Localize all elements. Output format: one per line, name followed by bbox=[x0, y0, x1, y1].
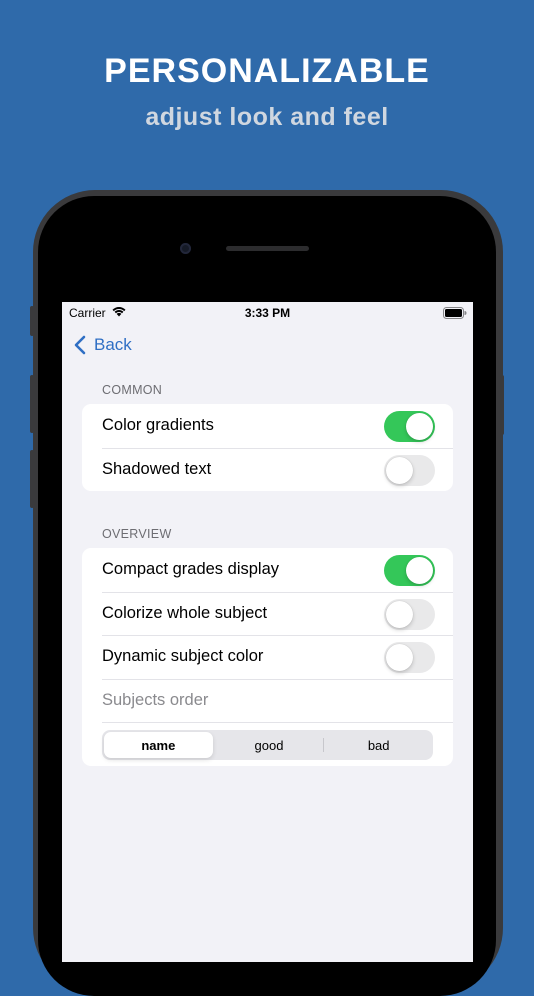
front-camera bbox=[180, 243, 191, 254]
toggle-knob bbox=[406, 413, 433, 440]
setting-label: Compact grades display bbox=[102, 560, 280, 579]
setting-label: Colorize whole subject bbox=[102, 603, 268, 622]
subheadline: adjust look and feel bbox=[145, 103, 389, 131]
section-header-overview: OVERVIEW bbox=[102, 527, 172, 541]
setting-row-dynamic-subject-color: Dynamic subject color bbox=[82, 635, 453, 679]
subjects-order-row: name good bad bbox=[82, 722, 453, 766]
dynamic-subject-color-toggle[interactable] bbox=[384, 642, 435, 673]
back-label: Back bbox=[94, 335, 132, 354]
phone-screen: Carrier 3:33 PM Back COMMON Color gradie… bbox=[62, 302, 473, 962]
subjects-order-segmented-control[interactable]: name good bad bbox=[102, 730, 433, 760]
status-time: 3:33 PM bbox=[244, 306, 291, 320]
status-bar: Carrier 3:33 PM bbox=[62, 302, 473, 322]
shadowed-text-toggle[interactable] bbox=[384, 454, 435, 486]
phone-volume-up-button bbox=[30, 375, 34, 433]
toggle-knob bbox=[386, 644, 413, 671]
toggle-knob bbox=[406, 557, 433, 584]
segment-good[interactable]: good bbox=[215, 730, 324, 760]
setting-label: Shadowed text bbox=[102, 459, 212, 478]
setting-row-colorize-whole-subject: Colorize whole subject bbox=[82, 591, 453, 636]
setting-label: Dynamic subject color bbox=[102, 647, 264, 666]
compact-grades-display-toggle[interactable] bbox=[384, 555, 435, 586]
phone-side-button bbox=[30, 306, 34, 336]
subjects-order-label: Subjects order bbox=[102, 690, 209, 709]
setting-row-color-gradients: Color gradients bbox=[82, 404, 453, 448]
phone-volume-down-button bbox=[30, 450, 34, 508]
setting-label: Color gradients bbox=[102, 416, 214, 435]
toggle-knob bbox=[386, 456, 413, 484]
subjects-order-label-row: Subjects order bbox=[82, 678, 453, 723]
settings-group-overview: Compact grades display Colorize whole su… bbox=[82, 548, 453, 766]
colorize-whole-subject-toggle[interactable] bbox=[384, 598, 435, 630]
phone-power-button bbox=[500, 375, 504, 435]
toggle-knob bbox=[386, 600, 413, 628]
battery-icon bbox=[443, 307, 467, 322]
segment-name[interactable]: name bbox=[104, 732, 213, 758]
headline: PERSONALIZABLE bbox=[104, 52, 430, 90]
settings-group-common: Color gradients Shadowed text bbox=[82, 404, 453, 491]
earpiece-speaker bbox=[226, 246, 309, 251]
back-button[interactable]: Back bbox=[74, 334, 132, 356]
setting-row-shadowed-text: Shadowed text bbox=[82, 447, 453, 492]
segment-bad[interactable]: bad bbox=[324, 730, 433, 760]
setting-row-compact-grades: Compact grades display bbox=[82, 548, 453, 592]
chevron-left-icon bbox=[74, 335, 86, 355]
color-gradients-toggle[interactable] bbox=[384, 411, 435, 442]
section-header-common: COMMON bbox=[102, 383, 163, 397]
